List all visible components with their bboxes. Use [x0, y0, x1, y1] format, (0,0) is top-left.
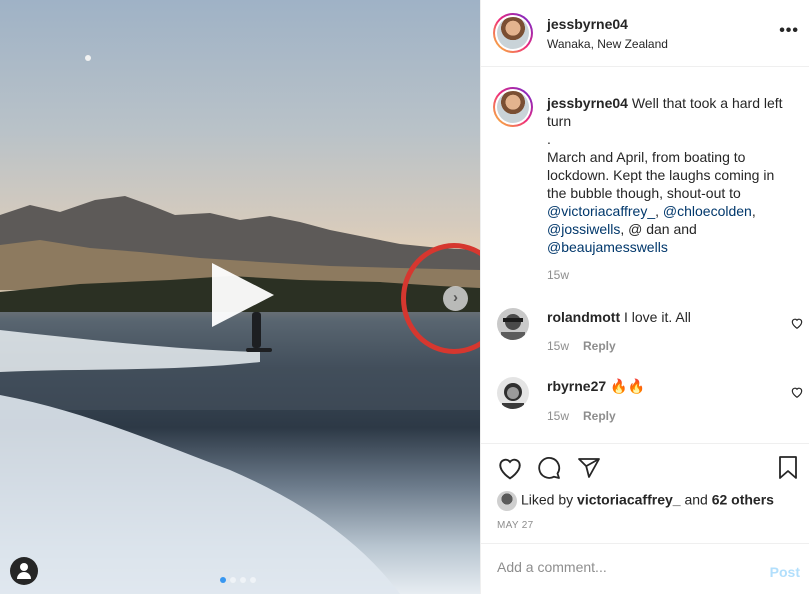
share-icon[interactable] — [577, 456, 601, 480]
comment-timestamp[interactable]: 15w — [547, 339, 569, 353]
mention-link[interactable]: @beaujamesswells — [547, 239, 668, 255]
caption-username[interactable]: jessbyrne04 — [547, 95, 628, 111]
post-actions: Liked by victoriacaffrey_ and 62 others … — [481, 443, 809, 543]
comment-meta: 15w Reply — [547, 339, 630, 353]
comment-item: rolandmott I love it. All 15w Reply — [481, 304, 809, 364]
likes-summary: Liked by victoriacaffrey_ and 62 others — [497, 491, 774, 511]
like-comment-icon[interactable] — [790, 316, 804, 330]
comment-body: I love it. All — [624, 309, 691, 325]
heart-icon[interactable] — [497, 456, 523, 480]
post-comment-button[interactable]: Post — [770, 564, 800, 580]
post-date[interactable]: MAY 27 — [497, 520, 533, 531]
comment-timestamp[interactable]: 15w — [547, 409, 569, 423]
avatar[interactable] — [497, 491, 517, 511]
avatar[interactable] — [493, 87, 533, 127]
carousel-indicator — [220, 577, 256, 583]
carousel-dot — [250, 577, 256, 583]
comment-text: rbyrne27 🔥🔥 — [547, 378, 645, 395]
mention-link[interactable]: @jossiwells — [547, 221, 620, 237]
comment-body: 🔥🔥 — [610, 378, 645, 394]
mention-link[interactable]: @victoriacaffrey_ — [547, 203, 655, 219]
caption-body: , @ dan and — [620, 221, 697, 237]
comment-meta: 15w Reply — [547, 409, 630, 423]
caption-text: jessbyrne04 Well that took a hard left t… — [547, 95, 783, 255]
avatar[interactable] — [497, 377, 529, 409]
post-username[interactable]: jessbyrne04 — [547, 16, 628, 32]
post-location[interactable]: Wanaka, New Zealand — [547, 37, 668, 51]
moon — [85, 55, 91, 61]
post-side-panel: jessbyrne04 Wanaka, New Zealand ••• jess… — [480, 0, 809, 594]
avatar[interactable] — [493, 13, 533, 53]
caption-dot: . — [547, 131, 551, 147]
like-comment-icon[interactable] — [790, 385, 804, 399]
liked-by-prefix: Liked by — [521, 491, 574, 508]
comment-username[interactable]: rbyrne27 — [547, 378, 606, 394]
carousel-dot — [220, 577, 226, 583]
chevron-right-icon[interactable]: › — [443, 286, 468, 311]
comment-input[interactable] — [497, 559, 747, 575]
comment-icon[interactable] — [537, 456, 561, 480]
caption-timestamp[interactable]: 15w — [547, 268, 569, 282]
avatar[interactable] — [497, 308, 529, 340]
comment-username[interactable]: rolandmott — [547, 309, 620, 325]
caption-body: March and April, from boating to lockdow… — [547, 149, 775, 201]
liked-by-user[interactable]: victoriacaffrey_ — [577, 492, 681, 508]
bookmark-icon[interactable] — [777, 456, 799, 480]
mention-link[interactable]: @chloecolden — [663, 203, 752, 219]
reply-button[interactable]: Reply — [583, 409, 616, 423]
comment-text: rolandmott I love it. All — [547, 309, 691, 325]
post-header: jessbyrne04 Wanaka, New Zealand ••• — [481, 0, 809, 67]
carousel-dot — [240, 577, 246, 583]
more-options-icon[interactable]: ••• — [779, 22, 799, 40]
carousel-dot — [230, 577, 236, 583]
add-comment-bar: Post — [481, 543, 809, 594]
user-tag-icon[interactable] — [10, 557, 38, 585]
play-icon[interactable] — [212, 263, 274, 327]
liked-by-count[interactable]: 62 others — [712, 492, 774, 508]
reply-button[interactable]: Reply — [583, 339, 616, 353]
liked-by-and: and — [684, 491, 708, 508]
comment-item: rbyrne27 🔥🔥 15w Reply — [481, 374, 809, 434]
post-media[interactable]: › — [0, 0, 480, 594]
